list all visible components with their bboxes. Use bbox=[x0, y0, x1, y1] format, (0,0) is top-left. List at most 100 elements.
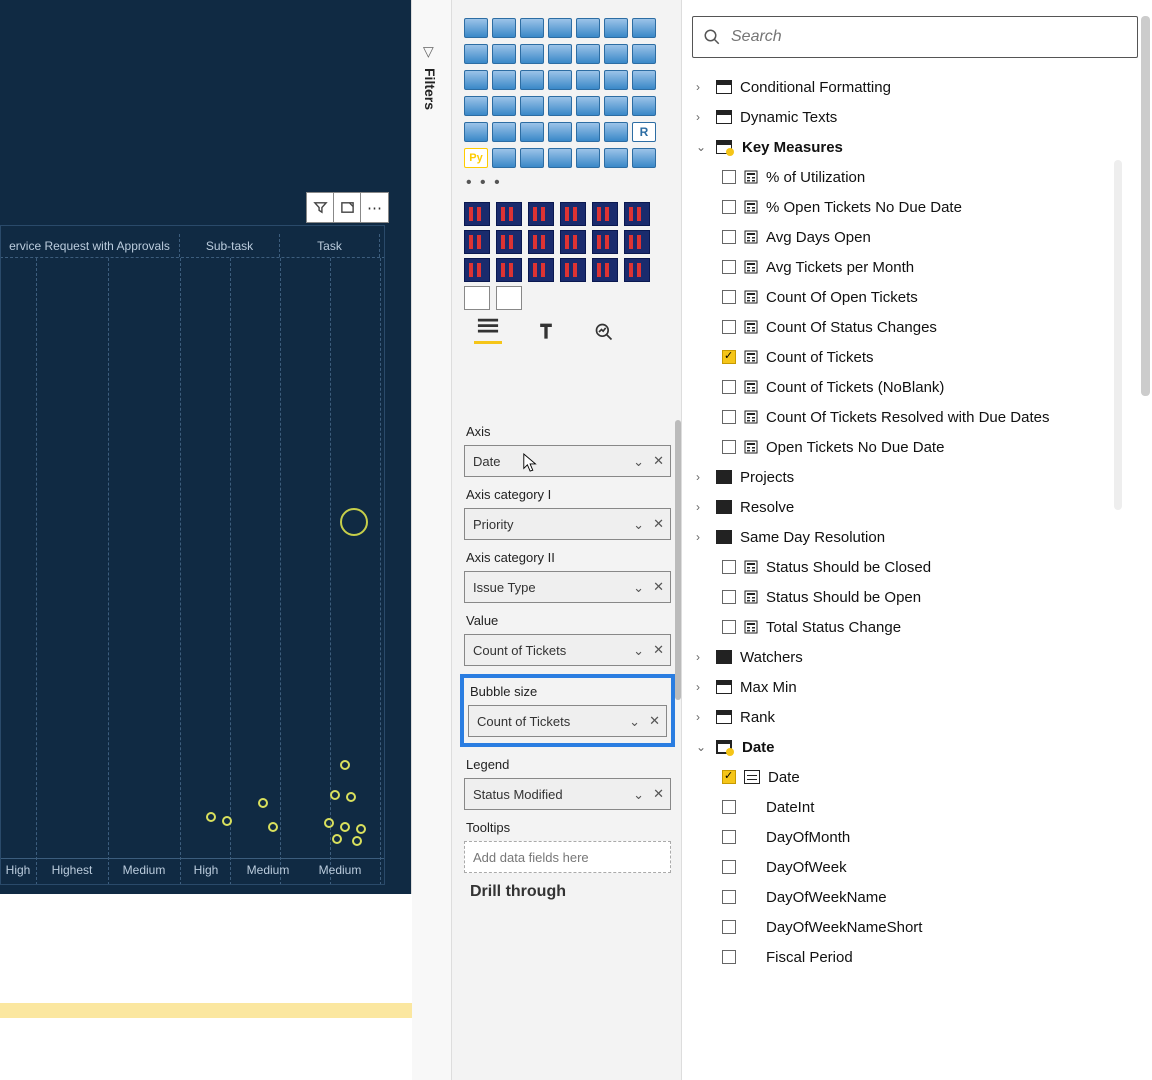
custom-visual-icon[interactable] bbox=[624, 258, 650, 282]
field-node[interactable]: Status Should be Open bbox=[692, 582, 1138, 612]
viz-type-icon[interactable] bbox=[548, 148, 572, 168]
chevron-down-icon[interactable]: ⌄ bbox=[633, 580, 644, 596]
viz-type-icon[interactable] bbox=[576, 18, 600, 38]
field-checkbox[interactable] bbox=[722, 920, 736, 934]
field-node[interactable]: Count Of Status Changes bbox=[692, 312, 1138, 342]
field-checkbox[interactable] bbox=[722, 770, 736, 784]
viz-type-icon[interactable] bbox=[492, 122, 516, 142]
field-node[interactable]: Status Should be Closed bbox=[692, 552, 1138, 582]
custom-visual-icon[interactable] bbox=[560, 202, 586, 226]
viz-type-icon[interactable] bbox=[520, 44, 544, 64]
viz-type-icon[interactable] bbox=[464, 18, 488, 38]
analytics-tab-icon[interactable] bbox=[590, 320, 618, 344]
viz-type-icon[interactable] bbox=[632, 96, 656, 116]
table-node[interactable]: ⌄Key Measures bbox=[692, 132, 1138, 162]
scrollbar-thumb[interactable] bbox=[1114, 160, 1122, 510]
field-checkbox[interactable] bbox=[722, 350, 736, 364]
custom-visual-icon[interactable] bbox=[592, 258, 618, 282]
field-node[interactable]: DayOfWeekNameShort bbox=[692, 912, 1138, 942]
remove-field-icon[interactable]: ✕ bbox=[653, 786, 664, 802]
chevron-icon[interactable]: ⌄ bbox=[696, 140, 708, 154]
remove-field-icon[interactable]: ✕ bbox=[653, 516, 664, 532]
visual-focus-icon[interactable] bbox=[334, 193, 361, 222]
custom-visual-icon[interactable] bbox=[560, 230, 586, 254]
field-checkbox[interactable] bbox=[722, 290, 736, 304]
fields-search[interactable] bbox=[692, 16, 1138, 58]
chevron-icon[interactable]: › bbox=[696, 110, 708, 124]
custom-visual-icon[interactable] bbox=[528, 258, 554, 282]
field-node[interactable]: Avg Tickets per Month bbox=[692, 252, 1138, 282]
field-node[interactable]: % of Utilization bbox=[692, 162, 1138, 192]
well-bubble-size[interactable]: Count of Tickets⌄✕ bbox=[468, 705, 667, 737]
viz-type-icon[interactable] bbox=[548, 44, 572, 64]
field-checkbox[interactable] bbox=[722, 560, 736, 574]
viz-type-icon[interactable] bbox=[520, 18, 544, 38]
viz-type-icon[interactable] bbox=[576, 44, 600, 64]
viz-type-icon[interactable] bbox=[492, 70, 516, 90]
viz-type-icon[interactable] bbox=[520, 70, 544, 90]
field-node[interactable]: DayOfWeek bbox=[692, 852, 1138, 882]
field-node[interactable]: % Open Tickets No Due Date bbox=[692, 192, 1138, 222]
viz-type-icon[interactable] bbox=[632, 18, 656, 38]
viz-type-icon[interactable] bbox=[548, 96, 572, 116]
field-checkbox[interactable] bbox=[722, 410, 736, 424]
field-node[interactable]: Fiscal Period bbox=[692, 942, 1138, 972]
search-input[interactable] bbox=[731, 28, 1127, 46]
chevron-down-icon[interactable]: ⌄ bbox=[633, 454, 644, 470]
field-node[interactable]: Count Of Open Tickets bbox=[692, 282, 1138, 312]
field-checkbox[interactable] bbox=[722, 170, 736, 184]
viz-gallery-more-icon[interactable]: • • • bbox=[466, 174, 671, 192]
table-node[interactable]: ›Same Day Resolution bbox=[692, 522, 1138, 552]
custom-visual-icon[interactable] bbox=[496, 202, 522, 226]
field-checkbox[interactable] bbox=[722, 320, 736, 334]
viz-type-icon[interactable] bbox=[548, 70, 572, 90]
chevron-icon[interactable]: › bbox=[696, 470, 708, 484]
custom-visual-icon[interactable] bbox=[560, 258, 586, 282]
table-node[interactable]: ›Resolve bbox=[692, 492, 1138, 522]
chevron-icon[interactable]: › bbox=[696, 650, 708, 664]
viz-type-icon[interactable] bbox=[520, 148, 544, 168]
viz-type-icon[interactable] bbox=[464, 96, 488, 116]
viz-type-icon[interactable] bbox=[492, 44, 516, 64]
field-node[interactable]: Count of Tickets (NoBlank) bbox=[692, 372, 1138, 402]
viz-type-icon[interactable] bbox=[464, 70, 488, 90]
field-node[interactable]: DateInt bbox=[692, 792, 1138, 822]
viz-type-icon[interactable] bbox=[576, 122, 600, 142]
custom-visual-icon[interactable] bbox=[592, 230, 618, 254]
field-checkbox[interactable] bbox=[722, 950, 736, 964]
custom-visual-icon[interactable] bbox=[528, 230, 554, 254]
table-node[interactable]: ›Max Min bbox=[692, 672, 1138, 702]
scrollbar-thumb[interactable] bbox=[675, 420, 681, 700]
table-node[interactable]: ›Projects bbox=[692, 462, 1138, 492]
viz-type-icon[interactable] bbox=[632, 44, 656, 64]
custom-visual-icon[interactable] bbox=[528, 202, 554, 226]
chevron-down-icon[interactable]: ⌄ bbox=[633, 787, 644, 803]
viz-type-icon[interactable] bbox=[548, 122, 572, 142]
field-checkbox[interactable] bbox=[722, 590, 736, 604]
field-node[interactable]: Date bbox=[692, 762, 1138, 792]
table-node[interactable]: ⌄Date bbox=[692, 732, 1138, 762]
viz-type-icon[interactable] bbox=[576, 148, 600, 168]
well-legend[interactable]: Status Modified⌄✕ bbox=[464, 778, 671, 810]
custom-visual-icon[interactable] bbox=[496, 286, 522, 310]
chart-selection-frame[interactable] bbox=[0, 225, 385, 885]
custom-visual-icon[interactable] bbox=[464, 202, 490, 226]
remove-field-icon[interactable]: ✕ bbox=[653, 579, 664, 595]
field-checkbox[interactable] bbox=[722, 860, 736, 874]
field-checkbox[interactable] bbox=[722, 800, 736, 814]
remove-field-icon[interactable]: ✕ bbox=[653, 453, 664, 469]
field-checkbox[interactable] bbox=[722, 200, 736, 214]
well-tooltips[interactable]: Add data fields here bbox=[464, 841, 671, 873]
chevron-icon[interactable]: › bbox=[696, 530, 708, 544]
field-node[interactable]: DayOfWeekName bbox=[692, 882, 1138, 912]
custom-visual-icon[interactable] bbox=[624, 202, 650, 226]
expand-filters-icon[interactable]: ◁ bbox=[419, 47, 436, 58]
field-node[interactable]: Total Status Change bbox=[692, 612, 1138, 642]
fields-tab-icon[interactable] bbox=[474, 320, 502, 344]
field-checkbox[interactable] bbox=[722, 440, 736, 454]
chevron-down-icon[interactable]: ⌄ bbox=[633, 643, 644, 659]
custom-visual-icon[interactable] bbox=[624, 230, 650, 254]
remove-field-icon[interactable]: ✕ bbox=[649, 713, 660, 729]
remove-field-icon[interactable]: ✕ bbox=[653, 642, 664, 658]
viz-type-icon[interactable] bbox=[492, 148, 516, 168]
